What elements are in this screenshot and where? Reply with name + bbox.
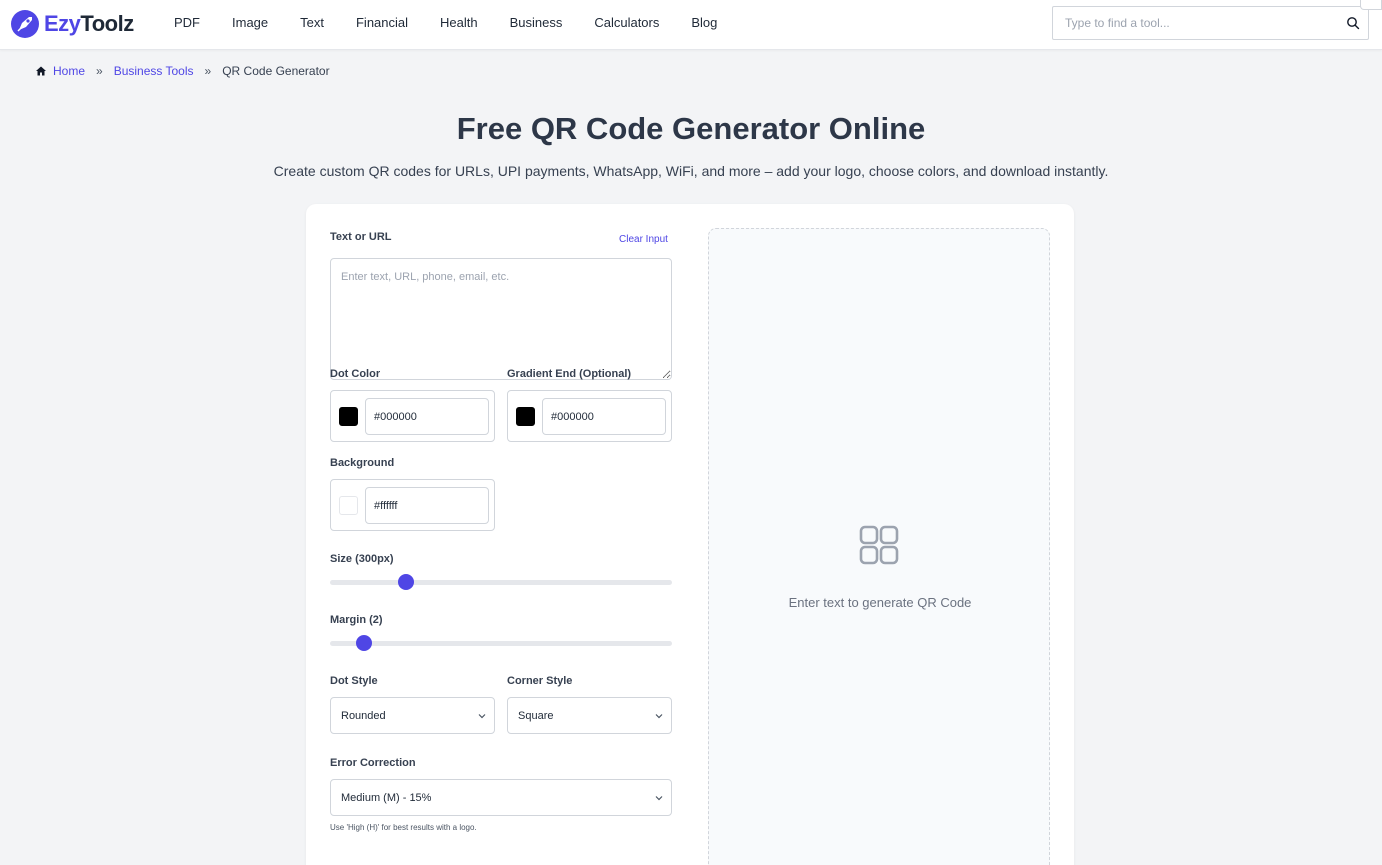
- corner-style-select[interactable]: Square: [507, 697, 672, 734]
- chevron-down-icon: [655, 714, 663, 719]
- breadcrumb: Home » Business Tools » QR Code Generato…: [36, 63, 330, 79]
- logo-rocket-icon: [11, 10, 39, 38]
- margin-slider-thumb[interactable]: [356, 635, 373, 651]
- error-correction-value: Medium (M) - 15%: [341, 791, 432, 804]
- qr-preview-message: Enter text to generate QR Code: [788, 595, 972, 610]
- nav-item-financial[interactable]: Financial: [340, 15, 424, 30]
- nav-item-pdf[interactable]: PDF: [158, 15, 216, 30]
- dot-style-select[interactable]: Rounded: [330, 697, 495, 734]
- dot-color-swatch[interactable]: [339, 407, 358, 426]
- search-input[interactable]: [1053, 7, 1333, 39]
- size-label: Size (300px): [330, 553, 394, 565]
- breadcrumb-home[interactable]: Home: [53, 64, 85, 78]
- corner-style-value: Square: [518, 709, 554, 722]
- breadcrumb-current: QR Code Generator: [222, 64, 330, 78]
- dot-color-label: Dot Color: [330, 368, 381, 380]
- size-slider-thumb[interactable]: [397, 574, 414, 590]
- home-icon: [36, 66, 46, 76]
- nav-item-image[interactable]: Image: [216, 15, 284, 30]
- gradient-end-swatch[interactable]: [516, 407, 535, 426]
- breadcrumb-business-tools[interactable]: Business Tools: [114, 64, 194, 78]
- nav-item-blog[interactable]: Blog: [675, 15, 733, 30]
- error-correction-select[interactable]: Medium (M) - 15%: [330, 779, 672, 816]
- dot-color-picker: [330, 390, 495, 442]
- nav-item-business[interactable]: Business: [494, 15, 579, 30]
- chevron-down-icon: [655, 796, 663, 801]
- dot-style-label: Dot Style: [330, 675, 378, 687]
- nav-item-text[interactable]: Text: [284, 15, 340, 30]
- breadcrumb-separator: »: [96, 64, 103, 78]
- search-box: [1052, 6, 1369, 40]
- margin-label: Margin (2): [330, 614, 383, 626]
- clear-input-button[interactable]: Clear Input: [619, 234, 668, 245]
- gradient-end-label: Gradient End (Optional): [507, 368, 632, 380]
- main-nav: PDF Image Text Financial Health Business…: [158, 0, 733, 45]
- background-color-swatch[interactable]: [339, 496, 358, 515]
- background-color-picker: [330, 479, 495, 531]
- background-label: Background: [330, 457, 395, 469]
- nav-item-health[interactable]: Health: [424, 15, 494, 30]
- text-url-input[interactable]: [330, 258, 672, 380]
- nav-item-calculators[interactable]: Calculators: [578, 15, 675, 30]
- logo-text: EzyToolz: [44, 11, 134, 37]
- page-subtitle: Create custom QR codes for URLs, UPI pay…: [273, 163, 1109, 179]
- logo[interactable]: EzyToolz: [10, 8, 134, 40]
- margin-slider[interactable]: [330, 635, 672, 651]
- error-correction-hint: Use 'High (H)' for best results with a l…: [330, 823, 477, 832]
- site-header: EzyToolz PDF Image Text Financial Health…: [0, 0, 1382, 50]
- gradient-end-input[interactable]: [542, 398, 666, 435]
- qr-generator-card: Text or URL Clear Input Dot Color Gradie…: [306, 204, 1074, 865]
- text-url-label: Text or URL: [330, 231, 392, 243]
- qr-placeholder-icon: [859, 525, 899, 565]
- logo-text-prefix: Ezy: [44, 11, 81, 36]
- page-title: Free QR Code Generator Online: [456, 111, 926, 146]
- gradient-end-picker: [507, 390, 672, 442]
- chevron-down-icon: [478, 714, 486, 719]
- qr-preview-area: Enter text to generate QR Code: [708, 228, 1050, 865]
- logo-text-suffix: Toolz: [80, 11, 134, 36]
- dot-color-input[interactable]: [365, 398, 489, 435]
- background-color-input[interactable]: [365, 487, 489, 524]
- corner-toggle[interactable]: [1360, 0, 1382, 10]
- size-slider[interactable]: [330, 574, 672, 590]
- error-correction-label: Error Correction: [330, 757, 416, 769]
- breadcrumb-separator: »: [204, 64, 212, 78]
- corner-style-label: Corner Style: [507, 675, 573, 687]
- search-icon[interactable]: [1346, 16, 1360, 30]
- dot-style-value: Rounded: [341, 709, 386, 722]
